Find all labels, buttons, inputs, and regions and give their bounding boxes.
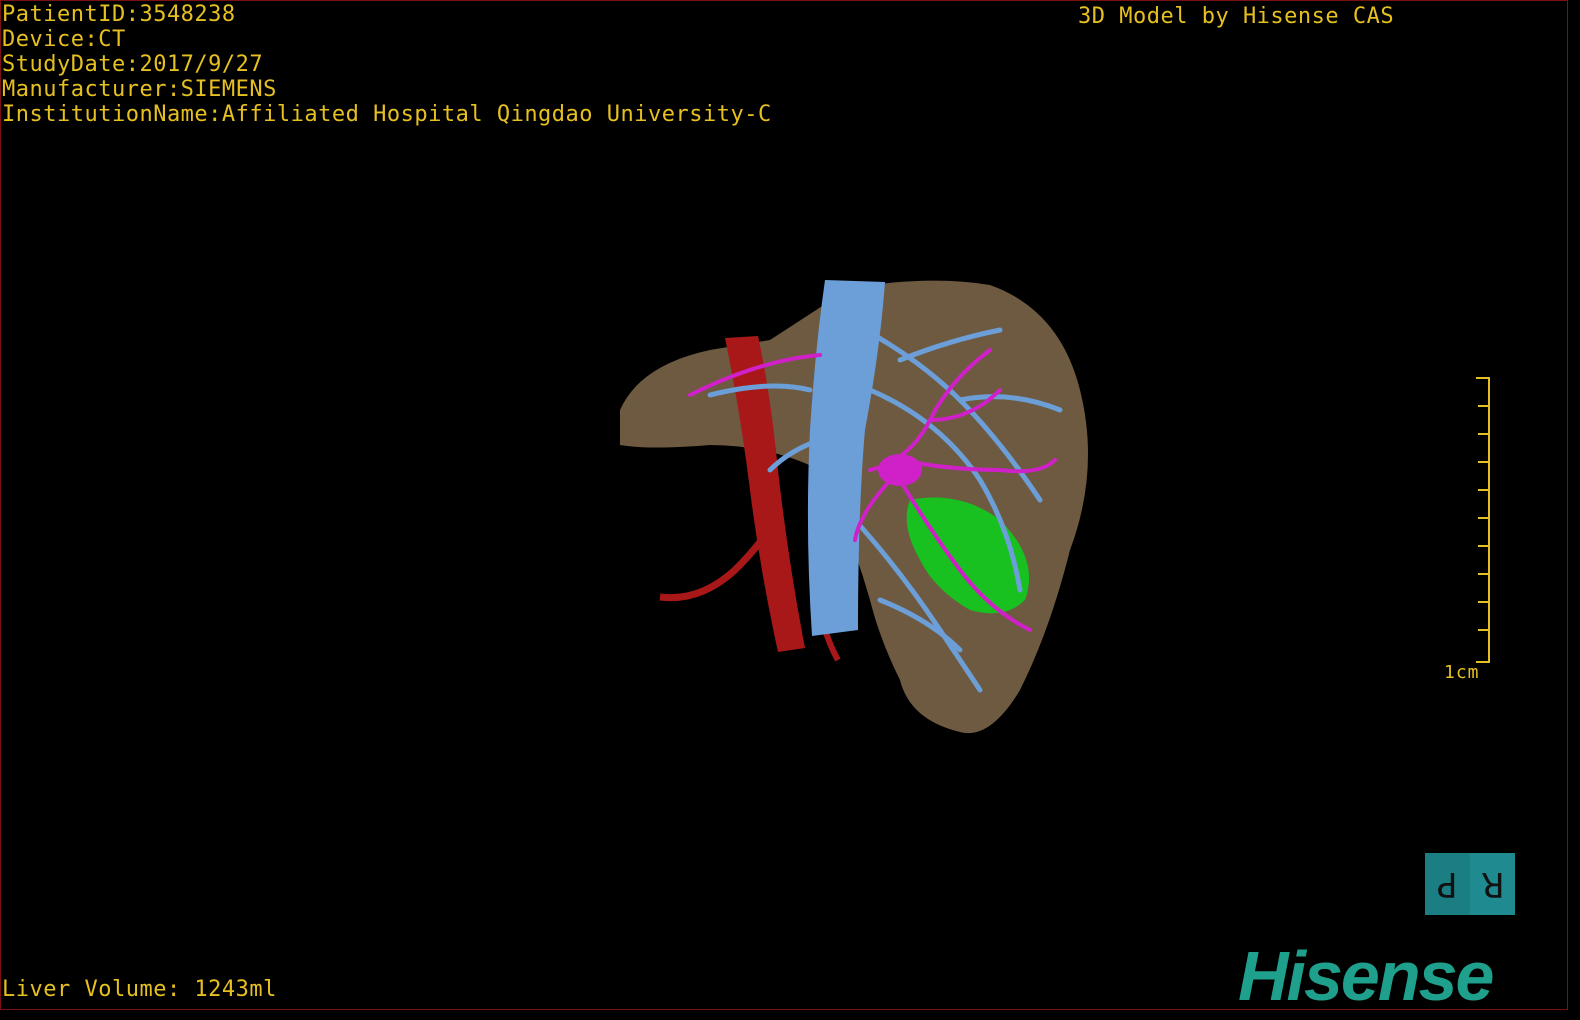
orientation-cube[interactable]: P R: [1425, 853, 1515, 915]
artery-branch: [659, 533, 768, 602]
orientation-right-letter: R: [1480, 864, 1505, 904]
scale-bar-label: 1cm: [1444, 662, 1480, 683]
institution-text: InstitutionName:Affiliated Hospital Qing…: [2, 102, 772, 127]
orientation-posterior-letter: P: [1437, 864, 1458, 904]
study-date-text: StudyDate:2017/9/27: [2, 52, 264, 77]
scale-bar: [1476, 377, 1490, 663]
device-text: Device:CT: [2, 27, 126, 52]
artery-branch-2: [822, 629, 841, 662]
patient-id-text: PatientID:3548238: [2, 2, 236, 27]
hisense-logo: Hisense: [1238, 937, 1494, 1015]
model-caption: 3D Model by Hisense CAS: [1078, 4, 1395, 29]
3d-render-canvas[interactable]: [600, 270, 1120, 750]
manufacturer-text: Manufacturer:SIEMENS: [2, 77, 277, 102]
orientation-posterior-face: P: [1425, 853, 1470, 915]
liver-volume-readout: Liver Volume: 1243ml: [2, 977, 277, 1002]
orientation-right-face: R: [1470, 853, 1515, 915]
portal-confluence: [878, 454, 922, 486]
